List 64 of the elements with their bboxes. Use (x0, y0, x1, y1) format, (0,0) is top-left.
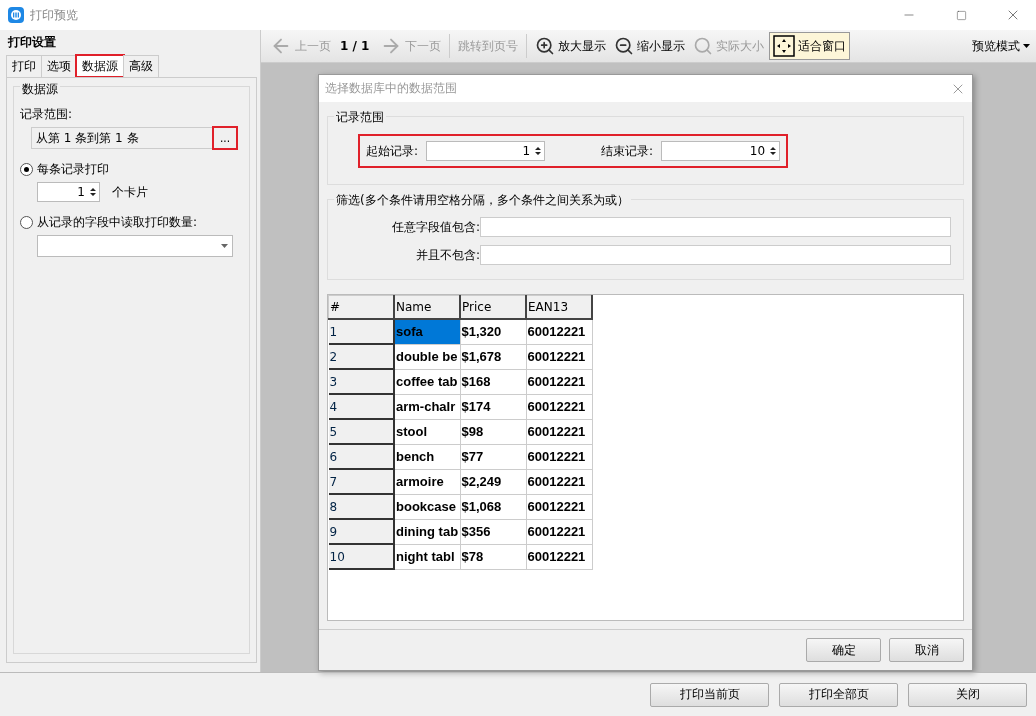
tab[interactable]: 数据源 (76, 55, 124, 77)
row-header[interactable]: 4 (328, 394, 394, 419)
field-dropdown[interactable] (37, 235, 233, 257)
spin-arrows-icon[interactable] (769, 145, 778, 157)
contains-label: 任意字段值包含: (390, 218, 480, 236)
row-header[interactable]: 2 (328, 344, 394, 369)
start-label: 起始记录: (366, 142, 419, 160)
row-header[interactable]: 7 (328, 469, 394, 494)
start-value: 1 (522, 144, 531, 158)
end-value: 10 (749, 144, 766, 158)
caret-icon (221, 244, 228, 248)
tab[interactable]: 高级 (123, 55, 159, 77)
column-header[interactable]: EAN13 (526, 295, 592, 319)
toolbar-button[interactable]: 放大显示 (532, 34, 610, 58)
row-header[interactable]: 10 (328, 544, 394, 569)
preview-mode-menu[interactable]: 预览模式 (972, 37, 1036, 55)
radio-button[interactable] (20, 216, 33, 229)
copies-unit: 个卡片 (112, 183, 148, 201)
footer-button[interactable]: 打印当前页 (650, 682, 769, 707)
range-value: 从第 1 条到第 1 条 (36, 129, 139, 147)
zoom-out-icon (614, 36, 635, 56)
row-header[interactable]: 1 (328, 319, 394, 344)
zoom-in-icon (535, 36, 556, 56)
column-header[interactable]: Price (460, 295, 526, 319)
fit-window-icon (773, 35, 796, 57)
spin-arrows-icon[interactable] (89, 186, 97, 198)
spin-arrows-icon[interactable] (534, 145, 543, 157)
browse-button[interactable]: ... (212, 126, 238, 150)
footer-button[interactable]: 关闭 (908, 682, 1027, 707)
page-indicator: 1 / 1 (339, 39, 371, 53)
caret-icon (1023, 44, 1030, 48)
toolbar-button[interactable]: 适合窗口 (769, 32, 851, 60)
window-title: 打印预览 (30, 6, 79, 24)
excludes-label: 并且不包含: (414, 246, 480, 264)
row-header[interactable]: 9 (328, 519, 394, 544)
radio-option[interactable]: 从记录的字段中读取打印数量: (20, 214, 243, 231)
group-title: 数据源 (20, 81, 60, 98)
row-header[interactable]: 8 (328, 494, 394, 519)
toolbar-button[interactable]: 缩小显示 (611, 34, 689, 58)
contains-field[interactable] (480, 217, 951, 237)
magnifier-icon (693, 36, 714, 56)
end-label: 结束记录: (601, 142, 654, 160)
range-label: 记录范围: (20, 106, 74, 123)
group-title: 筛选(多个条件请用空格分隔，多个条件之间关系为或） (334, 192, 631, 209)
tab[interactable]: 打印 (6, 55, 42, 77)
row-header[interactable]: 3 (328, 369, 394, 394)
excludes-field[interactable] (480, 245, 951, 265)
radio-button[interactable] (20, 163, 33, 176)
row-header[interactable]: 6 (328, 444, 394, 469)
copies-value: 1 (77, 185, 85, 199)
column-header[interactable]: # (328, 295, 394, 319)
dialog-title: 选择数据库中的数据范围 (325, 80, 458, 97)
radio-option[interactable]: 每条记录打印 (20, 161, 243, 178)
column-header[interactable]: Name (394, 295, 460, 319)
start-field[interactable]: 1 (426, 141, 546, 161)
footer-button[interactable]: 打印全部页 (779, 682, 898, 707)
copies-field[interactable]: 1 (37, 182, 100, 202)
app-icon (8, 7, 24, 23)
row-header[interactable]: 5 (328, 419, 394, 444)
panel-title: 打印设置 (7, 34, 57, 51)
dialog-button[interactable]: 取消 (889, 638, 964, 662)
dialog-button[interactable]: 确定 (806, 638, 881, 662)
group-title: 记录范围 (334, 109, 386, 126)
end-field[interactable]: 10 (661, 141, 781, 161)
